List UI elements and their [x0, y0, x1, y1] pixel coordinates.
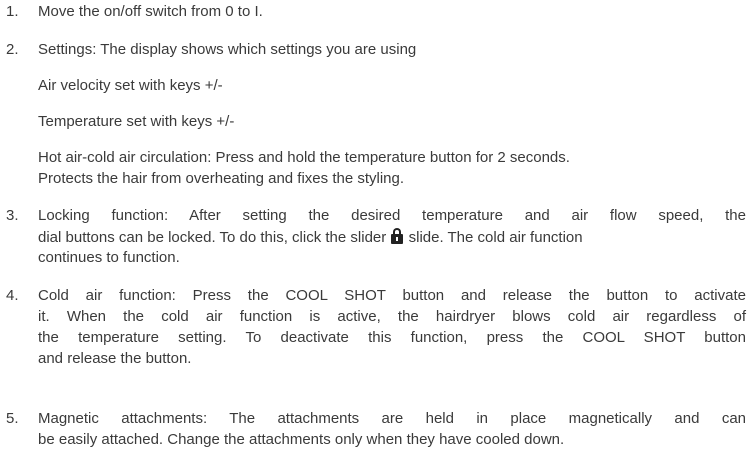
item-text: dial buttons can be locked. To do this, …	[38, 229, 387, 246]
item-text: Magnetic attachments: The attachments ar…	[38, 410, 746, 427]
item-number: 4.	[6, 287, 19, 304]
item-text: continues to function.	[38, 249, 180, 266]
item-text: be easily attached. Change the attachmen…	[38, 431, 565, 448]
item-text: Cold air function: Press the COOL SHOT b…	[38, 287, 746, 304]
item-text: Air velocity set with keys +/-	[38, 77, 223, 94]
item-text-with-icon: dial buttons can be locked. To do this, …	[38, 228, 583, 246]
item-text: Temperature set with keys +/-	[38, 113, 235, 130]
item-text: Protects the hair from overheating and f…	[38, 170, 405, 187]
item-text: it. When the cold air function is active…	[38, 308, 746, 325]
item-text: Hot air-cold air circulation: Press and …	[38, 149, 570, 166]
item-text: slide. The cold air function	[408, 229, 583, 246]
item-text: Locking function: After setting the desi…	[38, 207, 746, 224]
item-text: and release the button.	[38, 350, 192, 367]
item-number: 2.	[6, 41, 19, 58]
lock-icon	[391, 228, 404, 244]
item-text: Settings: The display shows which settin…	[38, 41, 417, 58]
item-number: 5.	[6, 410, 19, 427]
instruction-list: 1. Move the on/off switch from 0 to I. 2…	[0, 0, 751, 456]
item-number: 3.	[6, 207, 19, 224]
item-text: the temperature setting. To deactivate t…	[38, 329, 746, 346]
item-text: Move the on/off switch from 0 to I.	[38, 3, 263, 20]
item-number: 1.	[6, 3, 19, 20]
